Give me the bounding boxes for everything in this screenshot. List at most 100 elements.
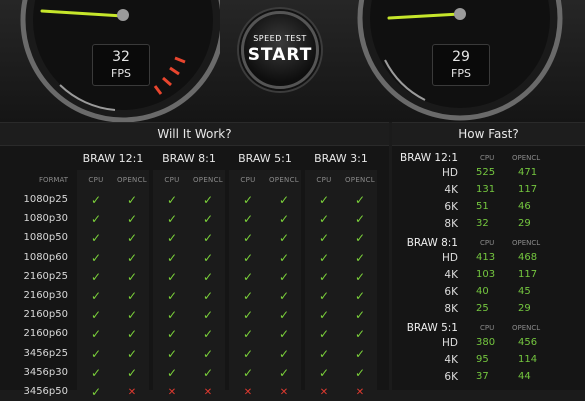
check-icon: ✓ bbox=[202, 289, 214, 303]
check-icon: ✓ bbox=[202, 327, 214, 342]
check-icon: ✓ bbox=[90, 346, 102, 361]
cpu-fps-value: 25 bbox=[476, 303, 489, 314]
check-icon: ✓ bbox=[278, 308, 290, 323]
check-icon: ✓ bbox=[90, 308, 102, 323]
check-icon: ✓ bbox=[166, 212, 178, 227]
opencl-fps-value: 44 bbox=[518, 371, 531, 382]
check-icon: ✓ bbox=[242, 269, 254, 284]
gauge-area: 32 FPS SPEED TEST START 29 FPS bbox=[0, 0, 585, 122]
braw-group-label: BRAW 12:1 bbox=[400, 152, 458, 164]
start-button-label: START bbox=[247, 45, 313, 65]
format-label: 1080p25 bbox=[23, 194, 68, 205]
cpu-fps-value: 525 bbox=[476, 167, 496, 178]
check-icon: ✓ bbox=[126, 308, 138, 323]
check-icon: ✓ bbox=[202, 250, 214, 265]
cpu-fps-value: 40 bbox=[476, 286, 489, 297]
check-icon: ✓ bbox=[278, 212, 290, 227]
opencl-header: OPENCL bbox=[512, 154, 541, 162]
format-header: FORMAT bbox=[39, 176, 68, 184]
will-it-work-title: Will It Work? bbox=[0, 122, 389, 146]
left-fps-unit: FPS bbox=[111, 67, 131, 80]
right-fps-unit: FPS bbox=[451, 67, 471, 80]
check-icon: ✓ bbox=[242, 193, 254, 207]
check-icon: ✓ bbox=[166, 231, 178, 246]
check-icon: ✓ bbox=[354, 346, 366, 361]
check-icon: ✓ bbox=[90, 250, 102, 265]
resolution-label: 4K bbox=[444, 354, 458, 366]
check-icon: ✓ bbox=[166, 289, 178, 303]
check-icon: ✓ bbox=[278, 346, 290, 361]
resolution-label: HD bbox=[442, 252, 458, 264]
check-icon: ✓ bbox=[278, 193, 290, 207]
check-icon: ✓ bbox=[90, 193, 102, 207]
cpu-fps-value: 32 bbox=[476, 218, 489, 229]
group-header: BRAW 12:1 bbox=[82, 152, 144, 165]
check-icon: ✓ bbox=[126, 327, 138, 342]
resolution-label: 8K bbox=[444, 303, 458, 315]
group-header: BRAW 8:1 bbox=[162, 152, 216, 165]
cross-icon: ✕ bbox=[167, 387, 177, 398]
format-label: 2160p50 bbox=[23, 309, 68, 321]
opencl-fps-value: 29 bbox=[518, 218, 531, 229]
check-icon: ✓ bbox=[126, 193, 138, 207]
check-icon: ✓ bbox=[126, 212, 138, 227]
check-icon: ✓ bbox=[354, 365, 366, 380]
cpu-header: CPU bbox=[480, 239, 495, 247]
opencl-fps-value: 117 bbox=[518, 269, 538, 280]
check-icon: ✓ bbox=[90, 289, 102, 303]
subcol-header: CPU bbox=[316, 176, 332, 184]
check-icon: ✓ bbox=[202, 346, 214, 361]
resolution-label: 6K bbox=[444, 371, 458, 383]
check-icon: ✓ bbox=[318, 308, 330, 323]
cross-icon: ✕ bbox=[355, 387, 365, 398]
check-icon: ✓ bbox=[242, 250, 254, 265]
braw-group-label: BRAW 8:1 bbox=[406, 237, 458, 249]
check-icon: ✓ bbox=[354, 327, 366, 342]
cpu-header: CPU bbox=[480, 324, 495, 332]
check-icon: ✓ bbox=[318, 212, 330, 227]
right-fps-readout: 29 FPS bbox=[432, 44, 490, 86]
resolution-label: HD bbox=[442, 337, 458, 349]
format-label: 1080p30 bbox=[23, 213, 68, 225]
check-icon: ✓ bbox=[126, 231, 138, 246]
speed-test-start-button[interactable]: SPEED TEST START bbox=[241, 11, 319, 89]
opencl-fps-value: 456 bbox=[518, 337, 538, 348]
check-icon: ✓ bbox=[318, 327, 330, 342]
left-fps-readout: 32 FPS bbox=[92, 44, 150, 86]
check-icon: ✓ bbox=[318, 193, 330, 207]
check-icon: ✓ bbox=[354, 308, 366, 323]
cross-icon: ✕ bbox=[279, 387, 289, 398]
check-icon: ✓ bbox=[126, 250, 138, 265]
check-icon: ✓ bbox=[278, 327, 290, 342]
check-icon: ✓ bbox=[90, 385, 102, 399]
check-icon: ✓ bbox=[90, 269, 102, 284]
cpu-fps-value: 95 bbox=[476, 354, 489, 365]
cpu-fps-value: 51 bbox=[476, 201, 489, 212]
cross-icon: ✕ bbox=[127, 387, 137, 398]
format-label: 3456p30 bbox=[23, 366, 68, 378]
check-icon: ✓ bbox=[242, 365, 254, 380]
check-icon: ✓ bbox=[242, 212, 254, 227]
check-icon: ✓ bbox=[318, 289, 330, 303]
check-icon: ✓ bbox=[202, 308, 214, 323]
check-icon: ✓ bbox=[166, 250, 178, 265]
opencl-fps-value: 45 bbox=[518, 286, 531, 297]
opencl-fps-value: 114 bbox=[518, 354, 538, 365]
how-fast-title: How Fast? bbox=[392, 122, 585, 146]
subcol-header: CPU bbox=[88, 176, 104, 184]
check-icon: ✓ bbox=[318, 365, 330, 380]
braw-group-label: BRAW 5:1 bbox=[406, 322, 458, 334]
check-icon: ✓ bbox=[202, 231, 214, 246]
left-fps-value: 32 bbox=[112, 49, 130, 65]
check-icon: ✓ bbox=[166, 327, 178, 342]
cross-icon: ✕ bbox=[319, 387, 329, 398]
check-icon: ✓ bbox=[278, 250, 290, 265]
opencl-fps-value: 46 bbox=[518, 201, 531, 212]
cpu-header: CPU bbox=[480, 154, 495, 162]
check-icon: ✓ bbox=[354, 193, 366, 207]
check-icon: ✓ bbox=[202, 269, 214, 284]
subcol-header: CPU bbox=[240, 176, 256, 184]
how-fast-panel: How Fast? BRAW 12:1 CPU OPENCL HD 525 471 4K 13… bbox=[392, 122, 585, 390]
subcol-header: OPENCL bbox=[345, 176, 375, 184]
check-icon: ✓ bbox=[354, 250, 366, 265]
